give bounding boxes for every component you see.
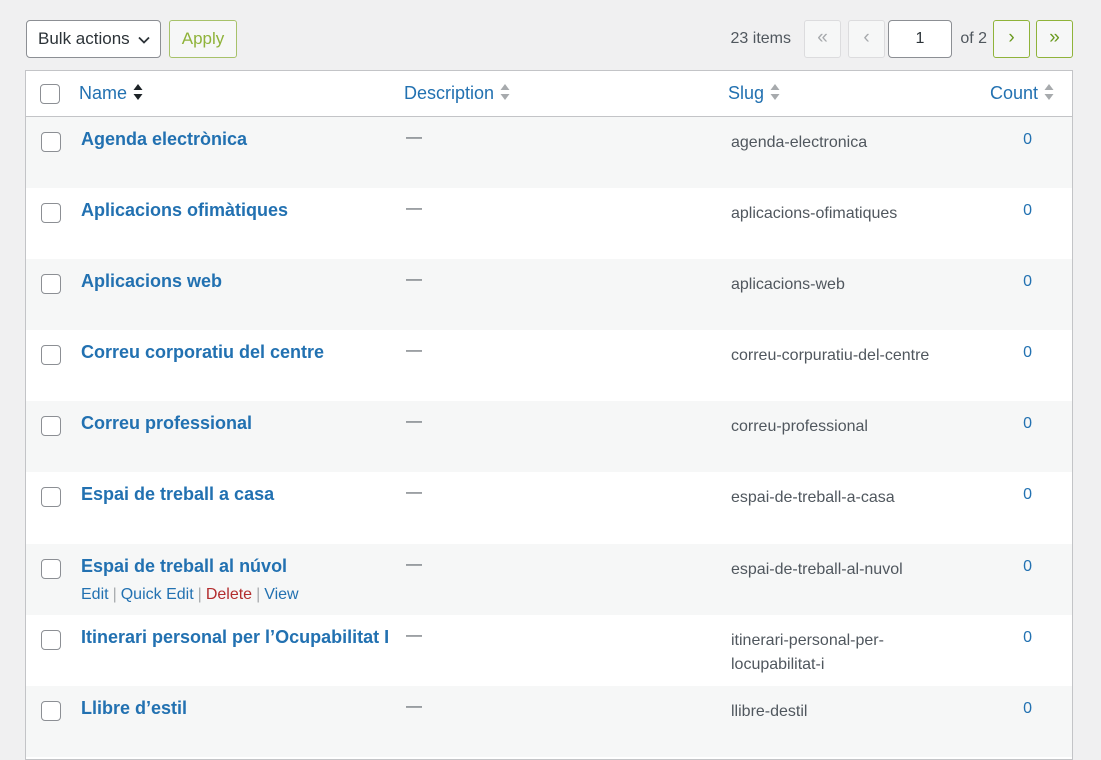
row-checkbox[interactable] xyxy=(41,701,61,721)
sort-arrows-icon xyxy=(770,84,780,101)
row-checkbox[interactable] xyxy=(41,487,61,507)
term-count-link[interactable]: 0 xyxy=(1023,629,1032,647)
term-name-link[interactable]: Correu corporatiu del centre xyxy=(81,342,324,363)
term-count-link[interactable]: 0 xyxy=(1023,700,1032,718)
term-description: — xyxy=(406,413,422,430)
table-row: Espai de treball al núvol Edit | Quick Edi… xyxy=(26,544,1072,615)
row-checkbox[interactable] xyxy=(41,274,61,294)
term-name-link[interactable]: Espai de treball a casa xyxy=(81,484,274,505)
term-name-link[interactable]: Llibre d’estil xyxy=(81,698,187,719)
row-checkbox[interactable] xyxy=(41,203,61,223)
term-count-link[interactable]: 0 xyxy=(1023,415,1032,433)
term-count-link[interactable]: 0 xyxy=(1023,131,1032,149)
term-count-link[interactable]: 0 xyxy=(1023,344,1032,362)
column-name-label: Name xyxy=(79,83,128,103)
sort-arrows-icon xyxy=(500,84,510,101)
term-description: — xyxy=(406,200,422,217)
term-count-link[interactable]: 0 xyxy=(1023,486,1032,504)
term-count-link[interactable]: 0 xyxy=(1023,273,1032,291)
row-checkbox[interactable] xyxy=(41,345,61,365)
term-name-link[interactable]: Aplicacions web xyxy=(81,271,222,292)
separator: | xyxy=(112,586,117,603)
terms-table: Name Description Slug Count Agenda elect… xyxy=(25,70,1073,760)
term-description: — xyxy=(406,129,422,146)
column-description-label: Description xyxy=(404,83,495,103)
apply-button[interactable]: Apply xyxy=(169,20,237,58)
separator: | xyxy=(197,586,202,603)
table-row: Itinerari personal per l’Ocupabilitat I … xyxy=(26,615,1072,686)
view-link[interactable]: View xyxy=(264,586,298,603)
term-count-link[interactable]: 0 xyxy=(1023,558,1032,576)
column-slug-label: Slug xyxy=(728,83,765,103)
edit-link[interactable]: Edit xyxy=(81,586,109,603)
term-count-link[interactable]: 0 xyxy=(1023,202,1032,220)
column-count-header[interactable]: Count xyxy=(990,71,1054,116)
term-name-link[interactable]: Aplicacions ofimàtiques xyxy=(81,200,288,221)
table-row: Agenda electrònica — agenda-electronica … xyxy=(26,117,1072,188)
term-slug: agenda-electronica xyxy=(731,134,868,151)
column-name-header[interactable]: Name xyxy=(79,71,143,116)
table-header: Name Description Slug Count xyxy=(26,71,1072,117)
sort-arrows-icon xyxy=(1044,84,1054,101)
column-count-label: Count xyxy=(989,83,1038,103)
column-description-header[interactable]: Description xyxy=(404,71,510,116)
term-name-link[interactable]: Agenda electrònica xyxy=(81,129,247,150)
current-page-input[interactable]: 1 xyxy=(888,20,952,58)
term-slug: correu-corpuratiu-del-centre xyxy=(731,347,930,364)
table-row: Correu professional — correu-professiona… xyxy=(26,401,1072,472)
term-description: — xyxy=(406,342,422,359)
row-checkbox[interactable] xyxy=(41,416,61,436)
table-row: Correu corporatiu del centre — correu-co… xyxy=(26,330,1072,401)
chevron-down-icon xyxy=(138,36,150,44)
separator: | xyxy=(256,586,261,603)
term-name-link[interactable]: Espai de treball al núvol xyxy=(81,556,287,577)
table-row: Espai de treball a casa — espai-de-treba… xyxy=(26,472,1072,543)
row-checkbox[interactable] xyxy=(41,132,61,152)
term-slug: llibre-destil xyxy=(731,703,808,720)
row-checkbox[interactable] xyxy=(41,559,61,579)
delete-link[interactable]: Delete xyxy=(206,586,252,603)
table-row: Aplicacions ofimàtiques — aplicacions-of… xyxy=(26,188,1072,259)
row-checkbox[interactable] xyxy=(41,630,61,650)
items-count: 23 items xyxy=(730,30,791,47)
table-row: Llibre d’estil — llibre-destil 0 xyxy=(26,686,1072,757)
term-description: — xyxy=(406,698,422,715)
term-description: — xyxy=(406,627,422,644)
prev-page-button: ‹ xyxy=(848,20,885,58)
term-description: — xyxy=(406,271,422,288)
term-name-link[interactable]: Correu professional xyxy=(81,413,252,434)
term-slug: aplicacions-web xyxy=(731,276,845,293)
tablenav-top: Bulk actions Apply 23 items « ‹ 1 of 2 ›… xyxy=(26,20,1073,58)
bulk-actions-select[interactable]: Bulk actions xyxy=(26,20,161,58)
row-actions: Edit | Quick Edit | Delete | View xyxy=(81,586,299,604)
table-row: Aplicacions web — aplicacions-web 0 xyxy=(26,259,1072,330)
term-slug: aplicacions-ofimatiques xyxy=(731,205,898,222)
next-page-button[interactable]: › xyxy=(993,20,1030,58)
first-page-button: « xyxy=(804,20,841,58)
column-slug-header[interactable]: Slug xyxy=(728,71,780,116)
last-page-button[interactable]: » xyxy=(1036,20,1073,58)
term-description: — xyxy=(406,556,422,573)
term-slug: espai-de-treball-a-casa xyxy=(731,489,895,506)
bulk-actions-label: Bulk actions xyxy=(38,29,130,48)
term-slug: espai-de-treball-al-nuvol xyxy=(731,561,903,578)
total-pages: of 2 xyxy=(960,30,987,47)
term-name-link[interactable]: Itinerari personal per l’Ocupabilitat I xyxy=(81,627,389,648)
quick-edit-link[interactable]: Quick Edit xyxy=(121,586,194,603)
sort-arrows-icon xyxy=(133,84,143,101)
term-slug: correu-professional xyxy=(731,418,868,435)
select-all-checkbox[interactable] xyxy=(40,84,60,104)
term-slug: itinerari-personal-per-locupabilitat-i xyxy=(731,632,884,673)
term-description: — xyxy=(406,484,422,501)
